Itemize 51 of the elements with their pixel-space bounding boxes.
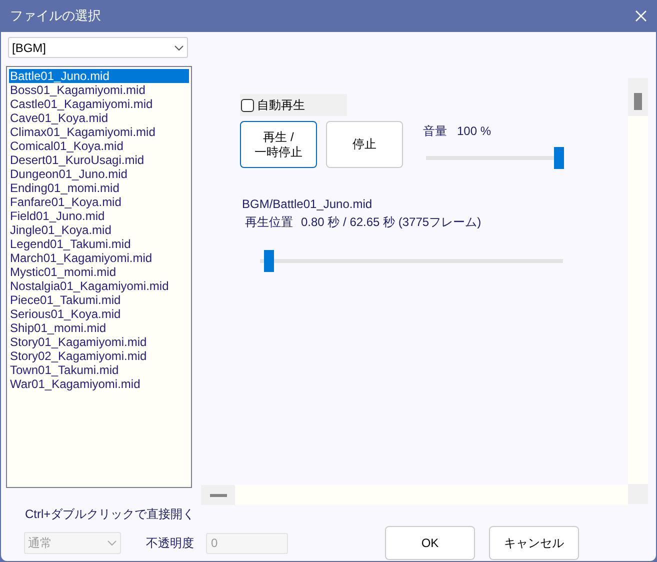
checkbox[interactable] bbox=[241, 98, 254, 112]
file-list-item[interactable]: Battle01_Juno.mid bbox=[9, 69, 189, 83]
window-title: ファイルの選択 bbox=[10, 7, 101, 26]
autoplay-label: 自動再生 bbox=[257, 97, 305, 114]
file-list-item[interactable]: Cave01_Koya.mid bbox=[9, 111, 189, 125]
horizontal-scrollbar[interactable] bbox=[201, 485, 628, 505]
file-list-item[interactable]: Comical01_Koya.mid bbox=[9, 139, 189, 153]
file-list-item[interactable]: Legend01_Takumi.mid bbox=[9, 237, 189, 251]
volume-reading: 100 % bbox=[457, 123, 492, 140]
scrollbar-thumb[interactable] bbox=[634, 93, 642, 110]
volume-label: 音量 bbox=[423, 123, 447, 140]
file-list-item[interactable]: Town01_Takumi.mid bbox=[9, 363, 189, 377]
file-list-item[interactable]: Castle01_Kagamiyomi.mid bbox=[9, 97, 189, 111]
file-list-item[interactable]: Serious01_Koya.mid bbox=[9, 307, 189, 321]
volume-slider-thumb[interactable] bbox=[554, 147, 564, 169]
file-list-item[interactable]: Boss01_Kagamiyomi.mid bbox=[9, 83, 189, 97]
close-icon bbox=[635, 10, 647, 22]
file-list-item[interactable]: Fanfare01_Koya.mid bbox=[9, 195, 189, 209]
position-reading: 0.80 秒 / 62.65 秒 (3775フレーム) bbox=[301, 214, 482, 231]
file-list-item[interactable]: Nostalgia01_Kagamiyomi.mid bbox=[9, 279, 189, 293]
chevron-icon bbox=[107, 540, 117, 546]
autoplay-checkbox-row[interactable]: 自動再生 bbox=[240, 94, 347, 116]
file-list-item[interactable]: March01_Kagamiyomi.mid bbox=[9, 251, 189, 265]
ok-button[interactable]: OK bbox=[385, 526, 475, 560]
scrollbar-thumb[interactable] bbox=[210, 494, 226, 496]
file-list[interactable] bbox=[6, 66, 192, 488]
dropdown-value: [BGM] bbox=[12, 40, 46, 56]
stop-button[interactable]: 停止 bbox=[326, 121, 403, 168]
folder-dropdown[interactable]: [BGM] bbox=[8, 37, 188, 58]
vertical-scrollbar[interactable] bbox=[628, 78, 648, 484]
chevron-icon bbox=[174, 44, 184, 50]
dropdown-value: 通常 bbox=[28, 535, 52, 552]
file-list-item[interactable]: War01_Kagamiyomi.mid bbox=[9, 377, 189, 391]
file-list-item[interactable]: Dungeon01_Juno.mid bbox=[9, 167, 189, 181]
file-list-item[interactable]: Desert01_KuroUsagi.mid bbox=[9, 153, 189, 167]
play-pause-button[interactable]: 再生 / 一時停止 bbox=[240, 121, 317, 168]
file-list-item[interactable]: Field01_Juno.mid bbox=[9, 209, 189, 223]
file-path: BGM/Battle01_Juno.mid bbox=[242, 196, 374, 213]
file-list-item[interactable]: Climax01_Kagamiyomi.mid bbox=[9, 125, 189, 139]
file-list-item[interactable]: Story01_Kagamiyomi.mid bbox=[9, 335, 189, 349]
opacity-label: 不透明度 bbox=[146, 535, 194, 552]
file-list-item[interactable]: Jingle01_Koya.mid bbox=[9, 223, 189, 237]
position-label: 再生位置 bbox=[245, 214, 293, 231]
hint-text: Ctrl+ダブルクリックで直接開く bbox=[25, 506, 196, 523]
position-slider-thumb[interactable] bbox=[264, 250, 274, 272]
file-list-item[interactable]: Ending01_momi.mid bbox=[9, 181, 189, 195]
file-list-item[interactable]: Piece01_Takumi.mid bbox=[9, 293, 189, 307]
file-list-item[interactable]: Ship01_momi.mid bbox=[9, 321, 189, 335]
cancel-button[interactable]: キャンセル bbox=[489, 526, 579, 560]
file-list-item[interactable]: Story02_Kagamiyomi.mid bbox=[9, 349, 189, 363]
file-list-item[interactable]: Mystic01_momi.mid bbox=[9, 265, 189, 279]
